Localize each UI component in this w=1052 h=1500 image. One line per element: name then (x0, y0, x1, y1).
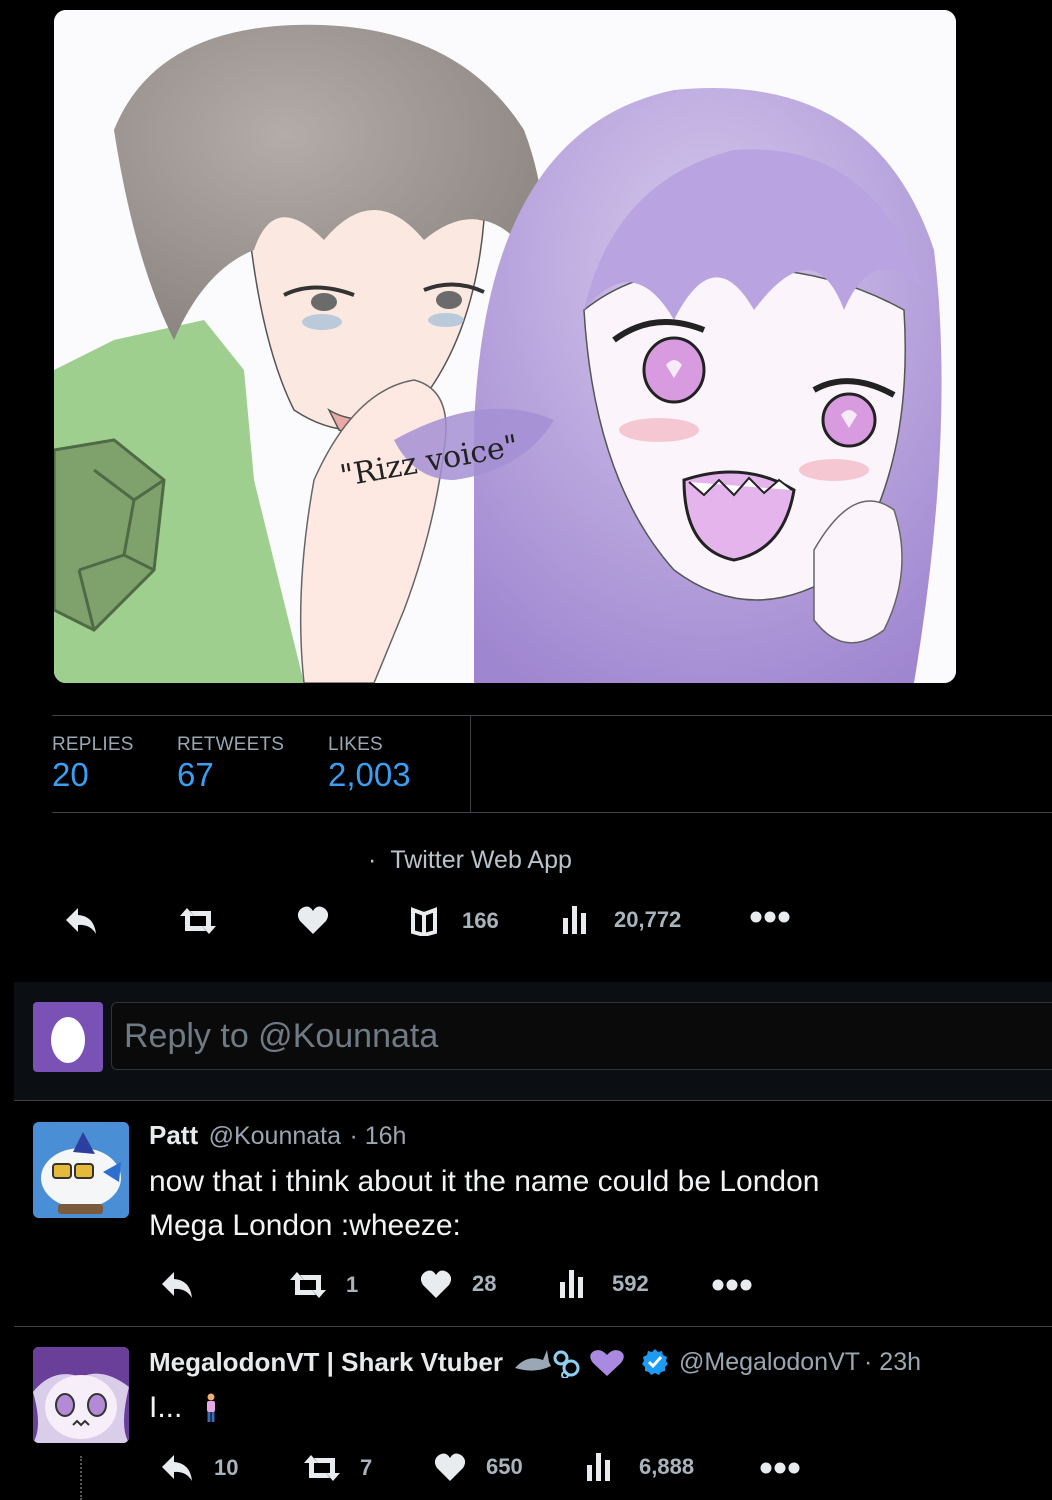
stat-retweets[interactable]: RETWEETS 67 (177, 734, 284, 794)
divider (14, 1100, 1052, 1101)
like-button[interactable]: 28 (420, 1269, 496, 1299)
timestamp[interactable]: · 23h (864, 1348, 921, 1377)
tweet-source: · Twitter Web App (368, 846, 572, 875)
retweet-icon (304, 1455, 340, 1481)
bookmark-button[interactable]: 166 (410, 906, 499, 936)
reply-icon (162, 1272, 192, 1298)
reply-text-line: now that i think about it the name could… (149, 1165, 820, 1198)
divider (52, 812, 1052, 813)
user-avatar (33, 1002, 103, 1072)
analytics-icon (587, 1453, 610, 1481)
reply-header: MegalodonVT | Shark Vtuber @MegalodonVT … (149, 1346, 921, 1378)
more-button[interactable] (712, 1278, 752, 1292)
retweet-button[interactable] (176, 906, 220, 936)
standing-person-icon (207, 1393, 216, 1422)
like-button[interactable] (297, 905, 329, 935)
divider (470, 715, 471, 813)
retweet-button[interactable]: 7 (300, 1453, 372, 1483)
tweet-media-image[interactable]: "Rizz voice" (54, 10, 956, 683)
like-count: 28 (472, 1271, 497, 1296)
shark-bubbles-purple-heart-icon (514, 1350, 624, 1378)
anime-illustration: "Rizz voice" (54, 10, 956, 683)
more-icon (712, 1279, 752, 1291)
view-count: 6,888 (639, 1454, 695, 1479)
stat-value: 2,003 (328, 756, 411, 793)
display-name[interactable]: Patt (149, 1120, 198, 1150)
stat-value: 20 (52, 756, 89, 793)
analytics-icon (563, 906, 586, 934)
reply-text-line: I... (149, 1391, 183, 1424)
reply-count: 10 (214, 1455, 239, 1480)
stat-label: RETWEETS (177, 734, 285, 755)
stat-likes[interactable]: LIKES 2,003 (328, 734, 411, 794)
retweet-icon (180, 908, 216, 934)
display-name[interactable]: MegalodonVT | Shark Vtuber (149, 1347, 503, 1378)
bookmark-count: 166 (462, 908, 499, 933)
reply-icon (66, 908, 96, 934)
book-icon (411, 907, 437, 936)
reply-button[interactable] (64, 906, 98, 936)
reply-input[interactable]: Reply to @Kounnata (111, 1002, 1052, 1070)
divider (14, 1326, 1052, 1327)
source-separator: · (368, 846, 377, 874)
like-count: 650 (486, 1454, 523, 1479)
thread-connector (80, 1456, 85, 1500)
reply-button[interactable] (160, 1270, 194, 1300)
heart-icon (420, 1270, 452, 1298)
reply-button[interactable]: 10 (160, 1453, 238, 1483)
reply-icon (162, 1455, 192, 1481)
retweet-count: 1 (346, 1272, 359, 1297)
more-icon (760, 1462, 800, 1474)
reply-text: I... (149, 1386, 218, 1430)
stat-label: REPLIES (52, 734, 134, 755)
views-button[interactable]: 592 (559, 1268, 649, 1300)
avatar-patt[interactable] (33, 1122, 129, 1218)
egg-icon (51, 1017, 85, 1063)
retweet-count: 7 (360, 1455, 373, 1480)
reply-text: now that i think about it the name could… (149, 1160, 1029, 1248)
views-button[interactable]: 20,772 (562, 904, 681, 936)
more-icon (750, 911, 790, 923)
avatar-megalodonvt[interactable] (33, 1347, 129, 1443)
more-button[interactable] (750, 910, 790, 924)
heart-icon (297, 906, 329, 934)
views-button[interactable]: 6,888 (586, 1451, 694, 1483)
verified-badge-icon (641, 1349, 668, 1375)
timestamp[interactable]: · 16h (349, 1122, 406, 1150)
stat-value: 67 (177, 756, 214, 793)
reply-text-line: Mega London :wheeze: (149, 1209, 461, 1242)
reply-header: Patt @Kounnata · 16h (149, 1120, 406, 1151)
retweet-icon (290, 1272, 326, 1298)
view-count: 20,772 (614, 907, 682, 932)
more-button[interactable] (760, 1461, 800, 1475)
user-handle[interactable]: @MegalodonVT (679, 1348, 860, 1377)
like-button[interactable]: 650 (434, 1452, 523, 1482)
heart-icon (434, 1453, 466, 1481)
divider (52, 715, 1052, 716)
stat-label: LIKES (328, 734, 383, 755)
view-count: 592 (612, 1271, 649, 1296)
avatar-image (33, 1347, 129, 1443)
analytics-icon (560, 1270, 583, 1298)
user-handle[interactable]: @Kounnata (209, 1122, 341, 1150)
stat-replies[interactable]: REPLIES 20 (52, 734, 134, 794)
avatar-image (33, 1122, 129, 1218)
retweet-button[interactable]: 1 (286, 1270, 358, 1300)
source-app-link[interactable]: Twitter Web App (390, 846, 572, 874)
